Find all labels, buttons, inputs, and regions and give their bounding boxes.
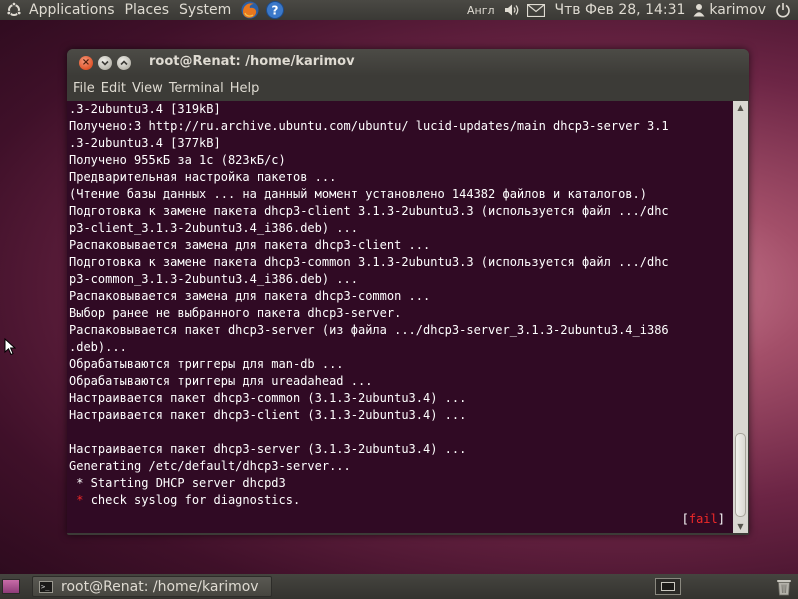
- terminal-line: Подготовка к замене пакета dhcp3-common …: [69, 255, 669, 269]
- terminal-line: Настраивается пакет dhcp3-client (3.1.3-…: [69, 408, 467, 422]
- terminal-line: (Чтение базы данных ... на данный момент…: [69, 187, 647, 201]
- applications-menu[interactable]: Applications: [24, 0, 120, 20]
- help-icon[interactable]: ?: [264, 0, 286, 20]
- close-icon[interactable]: ×: [79, 56, 93, 70]
- terminal-line: Получено:3 http://ru.archive.ubuntu.com/…: [69, 119, 669, 133]
- menu-file[interactable]: File: [67, 81, 95, 96]
- clock[interactable]: Чтв Фев 28, 14:31: [549, 0, 692, 20]
- terminal-line: Обрабатываются триггеры для man-db ...: [69, 357, 344, 371]
- minimize-icon[interactable]: [98, 56, 112, 70]
- error-message: check syslog for diagnostics.: [83, 493, 301, 507]
- scroll-up-arrow-icon[interactable]: ▲: [733, 101, 748, 114]
- scroll-down-arrow-icon[interactable]: ▼: [733, 520, 748, 533]
- terminal-line: Обрабатываются триггеры для ureadahead .…: [69, 374, 373, 388]
- maximize-icon[interactable]: [117, 56, 131, 70]
- menu-bar: File Edit View Terminal Help: [67, 76, 749, 101]
- terminal-scrollbar[interactable]: ▲ ▼: [733, 101, 748, 533]
- show-desktop-icon[interactable]: [2, 579, 20, 594]
- menu-help[interactable]: Help: [224, 81, 260, 96]
- svg-text:?: ?: [272, 4, 279, 18]
- terminal-line: * Starting DHCP server dhcpd3: [69, 476, 286, 490]
- terminal-lines: .3-2ubuntu3.4 [319kB] Получено:3 http://r…: [69, 101, 669, 509]
- user-menu[interactable]: karimov: [707, 0, 772, 20]
- keyboard-layout-indicator[interactable]: Англ: [461, 0, 501, 20]
- user-icon: [691, 0, 707, 20]
- places-menu[interactable]: Places: [120, 0, 175, 20]
- menu-terminal[interactable]: Terminal: [163, 81, 224, 96]
- terminal-line: Распаковывается пакет dhcp3-server (из ф…: [69, 323, 669, 337]
- terminal-line: Получено 955кБ за 1с (823кБ/c): [69, 153, 286, 167]
- terminal-line: .deb)...: [69, 340, 127, 354]
- window-title: root@Renat: /home/karimov: [149, 54, 355, 69]
- workspace-window-preview: [661, 582, 675, 591]
- fail-status: [fail]: [682, 511, 725, 528]
- taskbar-window-button[interactable]: >_ root@Renat: /home/karimov: [32, 576, 272, 597]
- terminal-line: .3-2ubuntu3.4 [377kB]: [69, 136, 221, 150]
- bottom-panel: >_ root@Renat: /home/karimov: [0, 574, 798, 599]
- firefox-icon[interactable]: [239, 0, 261, 20]
- status-fail-text: fail: [688, 512, 718, 526]
- terminal-line: Распаковывается замена для пакета dhcp3-…: [69, 238, 431, 252]
- trash-icon[interactable]: [775, 577, 793, 596]
- ubuntu-logo-icon[interactable]: [4, 0, 24, 20]
- mail-icon[interactable]: [523, 0, 549, 20]
- terminal-output[interactable]: .3-2ubuntu3.4 [319kB] Получено:3 http://r…: [67, 101, 733, 533]
- status-bracket-close: ]: [717, 512, 725, 526]
- top-panel: Applications Places System ? Англ Чтв Фе…: [0, 0, 798, 20]
- terminal-window: × root@Renat: /home/karimov File Edit Vi…: [67, 49, 749, 535]
- power-icon[interactable]: [772, 0, 794, 20]
- terminal-line: p3-common_3.1.3-2ubuntu3.4_i386.deb) ...: [69, 272, 358, 286]
- volume-icon[interactable]: [501, 0, 523, 20]
- scrollbar-thumb[interactable]: [735, 433, 746, 517]
- terminal-icon: >_: [39, 580, 53, 593]
- terminal-line: p3-client_3.1.3-2ubuntu3.4_i386.deb) ...: [69, 221, 358, 235]
- terminal-line: Распаковывается замена для пакета dhcp3-…: [69, 289, 431, 303]
- terminal-line: Настраивается пакет dhcp3-server (3.1.3-…: [69, 442, 467, 456]
- terminal-line: Предварительная настройка пакетов ...: [69, 170, 337, 184]
- status-bracket-open: [: [681, 512, 689, 526]
- terminal-error-line: * check syslog for diagnostics.: [69, 492, 669, 509]
- title-bar[interactable]: × root@Renat: /home/karimov: [67, 49, 749, 76]
- menu-view[interactable]: View: [126, 81, 163, 96]
- system-menu[interactable]: System: [174, 0, 236, 20]
- taskbar-window-label: root@Renat: /home/karimov: [61, 578, 259, 595]
- terminal-line: Выбор ранее не выбранного пакета dhcp3-s…: [69, 306, 402, 320]
- terminal-line: Подготовка к замене пакета dhcp3-client …: [69, 204, 669, 218]
- menu-edit[interactable]: Edit: [95, 81, 126, 96]
- workspace-switcher[interactable]: [655, 578, 681, 595]
- terminal-line: .3-2ubuntu3.4 [319kB]: [69, 102, 221, 116]
- terminal-line: Generating /etc/default/dhcp3-server...: [69, 459, 351, 473]
- mouse-cursor-icon: [4, 338, 16, 356]
- terminal-line: Настраивается пакет dhcp3-common (3.1.3-…: [69, 391, 467, 405]
